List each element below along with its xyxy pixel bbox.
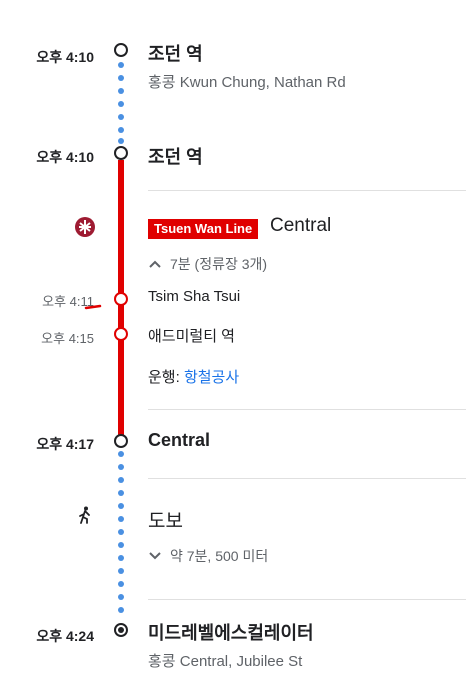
operator-link[interactable]: 항철공사 bbox=[184, 369, 239, 386]
walking-person-icon bbox=[79, 506, 90, 524]
stop-name: Tsim Sha Tsui bbox=[148, 288, 241, 305]
annotation-mark bbox=[84, 304, 102, 310]
path-dot bbox=[118, 101, 124, 107]
walk-label: 도보 bbox=[148, 511, 183, 532]
line-destination: Central bbox=[270, 215, 332, 236]
path-dot bbox=[118, 127, 124, 133]
divider bbox=[148, 478, 466, 479]
divider bbox=[148, 409, 466, 410]
marker-center bbox=[118, 627, 124, 633]
stop-time: 오후 4:24 bbox=[36, 628, 94, 644]
stops-expand-toggle[interactable]: 7분 (정류장 3개) bbox=[148, 254, 267, 274]
walk-details: 약 7분, 500 미터 bbox=[170, 548, 269, 564]
path-dot bbox=[118, 607, 124, 613]
stop-time: 오후 4:10 bbox=[36, 49, 94, 65]
path-dot bbox=[118, 594, 124, 600]
path-dot bbox=[118, 75, 124, 81]
stop-name: 조던 역 bbox=[148, 147, 203, 167]
path-dot bbox=[118, 114, 124, 120]
stop-time: 오후 4:15 bbox=[41, 331, 94, 346]
path-dot bbox=[118, 542, 124, 548]
path-dot bbox=[118, 516, 124, 522]
path-dot bbox=[118, 138, 124, 144]
stop-name: 조던 역 bbox=[148, 44, 203, 64]
line-badge[interactable]: Tsuen Wan Line bbox=[148, 219, 259, 239]
stop-name: Central bbox=[148, 430, 211, 450]
path-dot bbox=[118, 568, 124, 574]
stop-marker-icon bbox=[114, 434, 128, 448]
path-dot bbox=[118, 451, 124, 457]
path-dot bbox=[118, 581, 124, 587]
stop-name: 애드미럴티 역 bbox=[148, 328, 235, 345]
stop-marker-icon bbox=[114, 43, 128, 57]
path-dot bbox=[118, 477, 124, 483]
path-dot bbox=[118, 503, 124, 509]
stop-marker-icon bbox=[114, 292, 128, 306]
stop-time: 오후 4:10 bbox=[36, 149, 94, 165]
transit-duration: 7분 (정류장 3개) bbox=[170, 256, 268, 272]
stop-name: 미드레벨에스컬레이터 bbox=[148, 623, 314, 643]
path-dot bbox=[118, 88, 124, 94]
destination-marker-icon bbox=[114, 623, 128, 637]
path-dot bbox=[118, 529, 124, 535]
walk-expand-toggle[interactable]: 약 7분, 500 미터 bbox=[148, 546, 268, 566]
operator-info: 운행: 항철공사 bbox=[148, 366, 239, 387]
path-dot bbox=[118, 555, 124, 561]
stop-marker-icon bbox=[114, 327, 128, 341]
path-dot bbox=[118, 490, 124, 496]
stop-time: 오후 4:17 bbox=[36, 436, 94, 452]
chevron-down-icon bbox=[149, 552, 161, 560]
divider bbox=[148, 599, 466, 600]
stop-marker-icon bbox=[114, 146, 128, 160]
stop-address: 홍콩 Central, Jubilee St bbox=[148, 653, 303, 670]
operator-label: 운행: bbox=[148, 369, 180, 386]
mtr-logo-icon bbox=[75, 217, 95, 237]
path-dot bbox=[118, 464, 124, 470]
path-dot bbox=[118, 62, 124, 68]
chevron-up-icon bbox=[149, 260, 161, 268]
divider bbox=[148, 190, 466, 191]
stop-address: 홍콩 Kwun Chung, Nathan Rd bbox=[148, 74, 346, 91]
